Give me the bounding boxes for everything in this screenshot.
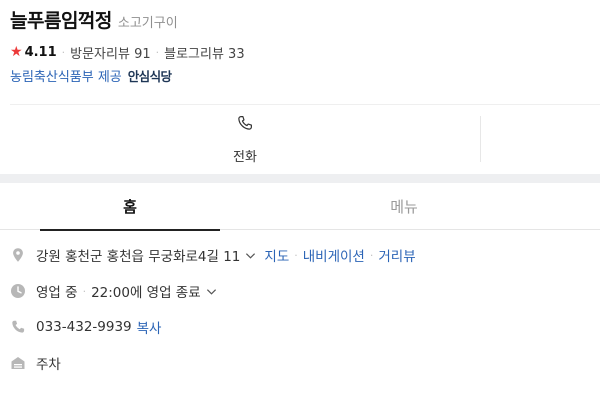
visitor-reviews-link[interactable]: 방문자리뷰 91 — [70, 43, 150, 62]
separator-dot: · — [155, 45, 160, 59]
provider-link[interactable]: 농림축산식품부 제공 — [10, 66, 122, 85]
separator-dot: · — [369, 248, 374, 262]
separator-dot: · — [294, 248, 298, 262]
action-bar: 전화 — [0, 105, 600, 173]
blog-reviews-link[interactable]: 블로그리뷰 33 — [164, 43, 244, 62]
chevron-down-icon[interactable] — [206, 286, 217, 297]
map-link[interactable]: 지도 — [264, 245, 289, 265]
business-hours: 22:00에 영업 종료 — [91, 285, 201, 301]
section-separator — [0, 174, 600, 183]
clock-icon — [10, 283, 26, 299]
place-header: 늘푸름임꺽정 소고기구이 ★ 4.11 · 방문자리뷰 91 · 블로그리뷰 3… — [10, 6, 590, 85]
title-row: 늘푸름임꺽정 소고기구이 — [10, 6, 590, 34]
address-row: 강원 홍천군 홍천읍 무궁화로4길 11 지도 · 내비게이션 · 거리뷰 — [10, 245, 416, 265]
address-text: 강원 홍천군 홍천읍 무궁화로4길 11 — [36, 249, 241, 265]
safe-restaurant-badge: 안심식당 — [127, 68, 172, 84]
tab-home[interactable]: 홈 — [40, 183, 220, 231]
phone-icon — [236, 114, 254, 136]
place-name: 늘푸름임꺽정 — [10, 10, 112, 32]
tab-bar: 홈 메뉴 — [0, 183, 600, 231]
call-button[interactable]: 전화 — [10, 105, 480, 173]
star-icon: ★ — [10, 44, 23, 60]
navigation-link[interactable]: 내비게이션 — [303, 245, 365, 265]
phone-number: 033-432-9939 — [36, 319, 132, 335]
provider-row: 농림축산식품부 제공 안심식당 — [10, 66, 590, 85]
place-category: 소고기구이 — [117, 16, 178, 31]
stats-row: ★ 4.11 · 방문자리뷰 91 · 블로그리뷰 33 — [10, 43, 590, 62]
location-pin-icon — [10, 247, 26, 263]
business-status: 영업 중 — [36, 285, 78, 301]
chevron-down-icon[interactable] — [245, 250, 256, 261]
parking-text: 주차 — [36, 357, 61, 373]
rating-value: 4.11 — [24, 44, 57, 60]
tab-menu[interactable]: 메뉴 — [314, 183, 494, 230]
street-view-link[interactable]: 거리뷰 — [378, 245, 415, 265]
phone-icon — [10, 319, 26, 335]
copy-link[interactable]: 복사 — [137, 317, 162, 337]
hours-row: 영업 중 · 22:00에 영업 종료 — [10, 281, 217, 301]
action-divider — [480, 116, 481, 162]
phone-row: 033-432-9939 복사 — [10, 317, 161, 337]
parking-row: 주차 — [10, 353, 61, 373]
separator-dot: · — [61, 45, 66, 59]
parking-icon — [10, 355, 26, 371]
separator-dot: · — [82, 284, 87, 298]
call-button-label: 전화 — [233, 149, 257, 165]
